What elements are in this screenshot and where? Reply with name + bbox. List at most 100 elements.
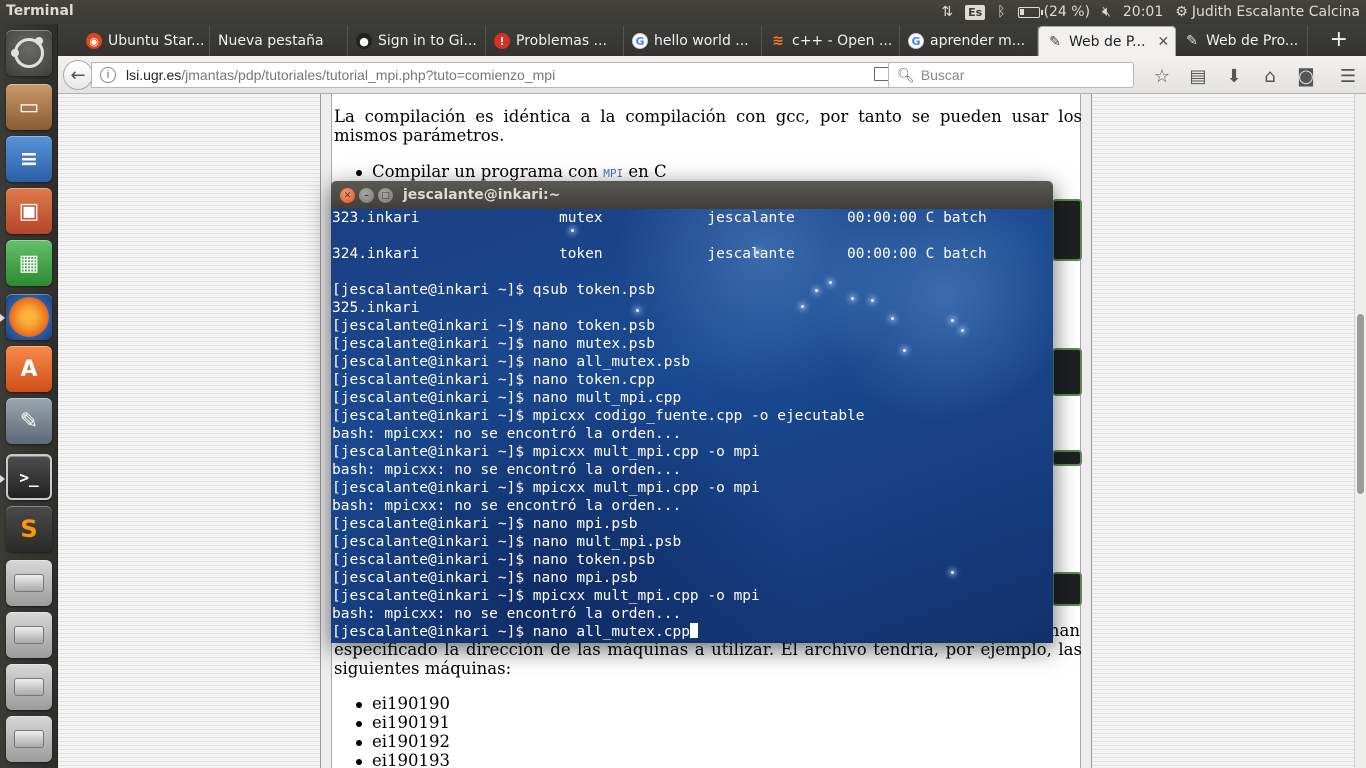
libreoffice-calc-icon[interactable]: ▦ [6,240,52,286]
terminal-icon[interactable]: >_ [6,454,52,500]
terminal-titlebar[interactable]: ✕ – □ jescalante@inkari:~ [331,181,1053,209]
unity-launcher: ▭ ≡ ▣ ▦ A ✎ >_ S [0,24,58,768]
bookmark-star-icon[interactable]: ☆ [1144,66,1180,87]
tab-label: Problemas ... [516,33,607,49]
sublime-text-icon[interactable]: S [6,506,52,552]
battery-indicator[interactable]: (24 %) [1017,4,1091,20]
terminal-line: bash: mpicxx: no se encontró la orden... [332,426,682,442]
tab-stackoverflow[interactable]: ≋ c++ - Open ... [762,26,900,56]
usb-drive-icon[interactable] [6,716,52,762]
maximize-window-icon[interactable]: □ [378,188,393,203]
stackoverflow-icon: ≋ [772,33,784,49]
ubuntu-icon: ◉ [86,33,102,49]
page-scrollbar[interactable] [1354,94,1366,768]
search-icon: 🔍︎ [897,66,915,83]
terminal-line: [jescalante@inkari ~]$ nano mpi.psb [332,516,638,532]
scrollbar-thumb[interactable] [1357,314,1364,494]
tab-web-de-pro[interactable]: ✎ Web de Pro... [1176,26,1308,56]
google-icon: G [632,33,648,49]
terminal-line: [jescalante@inkari ~]$ mpicxx codigo_fue… [332,408,865,424]
terminal-line: [jescalante@inkari ~]$ nano mpi.psb [332,570,638,586]
running-indicator-icon [0,475,5,483]
code-block [1052,348,1082,396]
tab-web-de-p-active[interactable]: ✎ Web de P... ✕ [1038,26,1176,56]
terminal-line: bash: mpicxx: no se encontró la orden... [332,462,682,478]
terminal-line: [jescalante@inkari ~]$ nano mult_mpi.cpp [332,390,682,406]
session-indicator[interactable]: ⚙ Judith Escalante Calcina [1175,4,1360,20]
list-item: ei190191 [356,713,450,732]
tab-label: Web de P... [1069,33,1146,50]
close-tab-icon[interactable]: ✕ [1158,34,1170,50]
hamburger-menu-icon[interactable]: ☰ [1330,66,1366,87]
battery-icon [1017,6,1043,18]
tab-label: c++ - Open ... [792,33,893,49]
list-item: ei190192 [356,732,450,751]
google-icon: G [908,33,924,49]
alert-icon: ! [494,33,510,49]
url-bar[interactable]: i lsi.ugr.es/jmantas/pdp/tutoriales/tuto… [91,62,935,88]
minimize-window-icon[interactable]: – [359,188,374,203]
keyboard-layout-indicator[interactable]: Es [965,4,986,20]
pen-icon: ✎ [1049,33,1061,50]
libreoffice-writer-icon[interactable]: ≡ [6,136,52,182]
terminal-line: 325.inkari [332,300,420,316]
paragraph: La compilación es idéntica a la compilac… [334,107,1082,145]
gear-icon: ⚙ [1175,4,1188,20]
firefox-icon[interactable] [6,294,52,340]
code-block [1052,450,1082,466]
battery-fill [1019,8,1024,15]
disk-drive-icon[interactable] [6,664,52,710]
home-icon[interactable]: ⌂ [1252,66,1288,87]
terminal-body[interactable]: 323.inkari mutex jescalante 00:00:00 C b… [331,209,1053,643]
terminal-line: [jescalante@inkari ~]$ mpicxx mult_mpi.c… [332,480,760,496]
bluetooth-icon[interactable]: ᛒ [997,4,1005,20]
terminal-line: bash: mpicxx: no se encontró la orden... [332,498,682,514]
tab-github[interactable]: ● Sign in to Gi... [348,26,486,56]
dash-home-icon[interactable] [6,30,52,76]
disk-drive-icon[interactable] [6,560,52,606]
libreoffice-impress-icon[interactable]: ▣ [6,188,52,234]
network-arrows-icon[interactable]: ⇅ [941,4,953,20]
tab-label: aprender m... [930,33,1026,49]
machine-name: ei190193 [372,751,451,768]
bookmarks-list-icon[interactable]: ▤ [1180,66,1216,87]
battery-percent: (24 %) [1043,4,1091,20]
new-tab-plus-icon[interactable]: + [1330,27,1348,52]
system-settings-icon[interactable]: ✎ [6,398,52,444]
terminal-window: ✕ – □ jescalante@inkari:~ 323.inkari mut… [331,181,1053,643]
url-path: /jmantas/pdp/tutoriales/tutorial_mpi.php… [181,67,556,83]
active-app-title: Terminal [6,3,74,19]
back-arrow-icon[interactable]: ← [63,60,93,90]
tab-hello-world[interactable]: G hello world ... [624,26,762,56]
search-bar[interactable]: 🔍︎ Buscar [888,62,1134,88]
tab-new-tab[interactable]: Nueva pestaña [210,26,348,56]
url-text[interactable]: lsi.ugr.es/jmantas/pdp/tutoriales/tutori… [126,67,555,83]
tab-problemas[interactable]: ! Problemas ... [486,26,624,56]
running-indicator-icon [0,314,5,322]
clock[interactable]: 20:01 [1123,4,1163,20]
terminal-output: 323.inkari mutex jescalante 00:00:00 C b… [332,209,987,641]
tab-aprender[interactable]: G aprender m... [900,26,1038,56]
tab-label: Web de Pro... [1206,33,1299,49]
volume-muted-icon[interactable]: 🔇︎ [1102,4,1111,20]
pocket-icon[interactable]: ◙ [1288,66,1324,87]
terminal-line: [jescalante@inkari ~]$ mpicxx mult_mpi.c… [332,444,760,460]
terminal-line: [jescalante@inkari ~]$ nano token.psb [332,552,656,568]
top-panel: Terminal ⇅ Es ᛒ (24 %) 🔇︎ 20:01 ⚙ Judith… [0,0,1366,24]
terminal-line: 324.inkari token jescalante 00:00:00 C b… [332,246,987,262]
tab-ubuntu-start[interactable]: ◉ Ubuntu Star... [78,26,210,56]
close-window-icon[interactable]: ✕ [340,188,355,203]
tab-label: Nueva pestaña [218,33,324,49]
terminal-line: [jescalante@inkari ~]$ nano all_mutex.cp… [332,623,987,641]
files-icon[interactable]: ▭ [6,84,52,130]
disk-drive-icon[interactable] [6,612,52,658]
list-item-text: en C [628,162,667,181]
software-center-icon[interactable]: A [6,346,52,392]
search-placeholder: Buscar [920,67,965,83]
paragraph: especificado la dirección de las máquina… [334,640,1082,678]
site-info-icon[interactable]: i [100,67,116,83]
downloads-icon[interactable]: ⬇ [1216,66,1252,87]
terminal-line: bash: mpicxx: no se encontró la orden... [332,606,682,622]
